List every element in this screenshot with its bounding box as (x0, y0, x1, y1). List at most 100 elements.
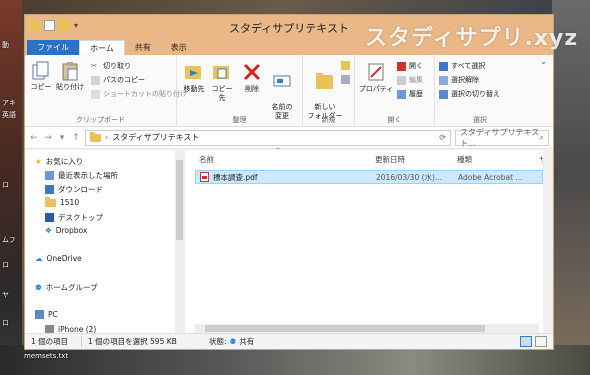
tab-home[interactable]: ホーム (79, 40, 125, 55)
nav-desktop[interactable]: デスクトップ (45, 212, 103, 223)
select-none-button[interactable]: 選択解除 (439, 75, 479, 85)
clipboard-group: コピー 貼り付け ✂ 切り取り パスのコピー ショートカットの貼り付け クリップボ… (25, 55, 187, 127)
folder-icon (90, 131, 101, 142)
edit-icon (397, 75, 406, 85)
nav-label: デスクトップ (58, 213, 103, 222)
select-all-label: すべて選択 (451, 62, 486, 70)
file-name-cell: 標本調査.pdf (196, 172, 376, 183)
group-label: クリップボード (76, 116, 125, 124)
nav-label: ホームグループ (45, 283, 98, 292)
copy-button[interactable]: コピー (29, 61, 53, 92)
invert-selection-button[interactable]: 選択の切り替え (439, 89, 500, 99)
nav-label: お気に入り (45, 157, 84, 166)
edit-button[interactable]: 編集 (397, 75, 423, 85)
delete-button[interactable]: 削除 (241, 61, 263, 94)
history-button[interactable]: 履歴 (397, 89, 423, 99)
column-header-name[interactable]: 名前 (199, 154, 214, 165)
new-folder-button[interactable]: 新しい フォルダー (307, 61, 343, 121)
easy-access-button[interactable] (341, 75, 350, 84)
copy-to-button[interactable]: コピー先 (209, 61, 235, 103)
large-icons-view-icon[interactable] (535, 336, 547, 347)
nav-downloads[interactable]: ダウンロード (45, 184, 103, 195)
copy-path-label: パスのコピー (103, 76, 145, 84)
new-group: 新しい フォルダー 新規 (303, 55, 355, 127)
new-item-button[interactable] (341, 61, 350, 70)
tab-view[interactable]: 表示 (161, 40, 197, 55)
address-row: ← → ▾ ↑ › スタディサプリテキスト ⟳ スタディサプリテキスト... ⌕ (25, 127, 553, 149)
chevron-right-icon: › (105, 133, 109, 142)
open-button[interactable]: 開く (397, 61, 423, 71)
status-count: 1 個の項目 (31, 337, 69, 346)
vertical-scrollbar[interactable] (543, 150, 553, 335)
nav-scrollbar[interactable] (175, 150, 184, 335)
desktop-icon-label[interactable]: ムフ (2, 235, 16, 245)
group-label: 選択 (473, 116, 487, 124)
desktop-icon-label[interactable]: memsets.txt (24, 352, 68, 360)
copy-path-button[interactable]: パスのコピー (91, 75, 145, 85)
status-selected: 1 個の項目を選択 595 KB (81, 336, 201, 347)
desktop-icon-label[interactable]: ロ (2, 180, 9, 190)
details-view-icon[interactable] (520, 336, 532, 347)
search-input[interactable]: スタディサプリテキスト... ⌕ (455, 128, 549, 148)
scrollbar-thumb[interactable] (176, 160, 183, 240)
tab-file[interactable]: ファイル (27, 40, 79, 55)
desktop-icon-label[interactable]: ロ (2, 318, 9, 328)
refresh-icon[interactable]: ⟳ (439, 133, 450, 142)
copy-icon (32, 61, 49, 80)
ribbon: コピー 貼り付け ✂ 切り取り パスのコピー ショートカットの貼り付け クリップボ… (25, 55, 553, 127)
back-icon[interactable]: ← (29, 133, 39, 143)
desktop-icon-label[interactable]: ロ (2, 260, 9, 270)
pc-icon (35, 310, 44, 319)
tab-share[interactable]: 共有 (125, 40, 161, 55)
address-path: スタディサプリテキスト (112, 133, 200, 142)
nav-recent-places[interactable]: 最近表示した場所 (45, 170, 118, 181)
move-to-button[interactable]: 移動先 (181, 61, 207, 94)
horizontal-scrollbar[interactable] (195, 324, 539, 333)
scrollbar-thumb[interactable] (205, 325, 485, 332)
chevron-down-icon[interactable]: ▾ (57, 133, 67, 143)
column-header-date[interactable]: 更新日時 (375, 154, 405, 165)
address-bar[interactable]: › スタディサプリテキスト ⟳ (85, 129, 451, 146)
properties-button[interactable]: プロパティ (357, 61, 395, 94)
sort-up-icon: ^ (275, 147, 281, 155)
explorer-window: ▾ スタディサプリテキスト ファイル ホーム 共有 表示 コピー 貼り付け ✂ 切… (24, 14, 554, 350)
edit-label: 編集 (409, 76, 423, 84)
column-header-type[interactable]: 種類 (457, 154, 472, 165)
rename-button[interactable]: 名前の 変更 (267, 61, 297, 121)
select-all-button[interactable]: すべて選択 (439, 61, 485, 71)
invert-selection-label: 選択の切り替え (451, 90, 500, 98)
chevron-down-icon[interactable]: ⌄ (540, 57, 547, 66)
paste-shortcut-button[interactable]: ショートカットの貼り付け (91, 89, 187, 99)
desktop-icon-label[interactable]: ヤ (2, 290, 9, 300)
scissors-icon: ✂ (91, 61, 97, 70)
nav-favorites[interactable]: ★ お気に入り (35, 156, 83, 167)
select-none-icon (439, 75, 448, 85)
watermark: スタディサプリ.xyz (365, 26, 579, 51)
nav-pc[interactable]: PC (35, 310, 58, 319)
move-to-icon (185, 66, 201, 79)
nav-onedrive[interactable]: ☁ OneDrive (35, 254, 82, 263)
desktop-icon-label[interactable]: アキ (2, 98, 16, 108)
group-label: 整理 (232, 116, 247, 124)
pdf-open-icon (397, 61, 406, 71)
nav-dropbox[interactable]: ❖ Dropbox (45, 226, 87, 235)
up-icon[interactable]: ↑ (71, 133, 81, 143)
search-icon: ⌕ (539, 132, 544, 142)
paste-icon (62, 62, 78, 81)
nav-label: ダウンロード (58, 185, 103, 194)
table-row[interactable]: 標本調査.pdf 2016/03/30 (水)... Adobe Acrobat… (195, 170, 543, 184)
recent-places-icon (45, 171, 54, 180)
history-label: 履歴 (409, 90, 423, 98)
forward-icon[interactable]: → (43, 133, 53, 143)
path-icon (91, 75, 100, 85)
paste-button[interactable]: 貼り付け (55, 61, 85, 92)
cut-button[interactable]: ✂ 切り取り (91, 61, 131, 71)
open-group: プロパティ 開く 編集 履歴 開く (355, 55, 435, 127)
cloud-icon: ☁ (35, 254, 43, 263)
download-icon (45, 185, 54, 194)
nav-1510[interactable]: 1510 (45, 196, 79, 207)
desktop-icon-label[interactable]: 動 (2, 40, 9, 50)
select-group: すべて選択 選択解除 選択の切り替え 選択 (435, 55, 525, 127)
nav-homegroup[interactable]: ⚉ ホームグループ (35, 282, 98, 293)
desktop-icon-label[interactable]: 英語 (2, 110, 16, 120)
